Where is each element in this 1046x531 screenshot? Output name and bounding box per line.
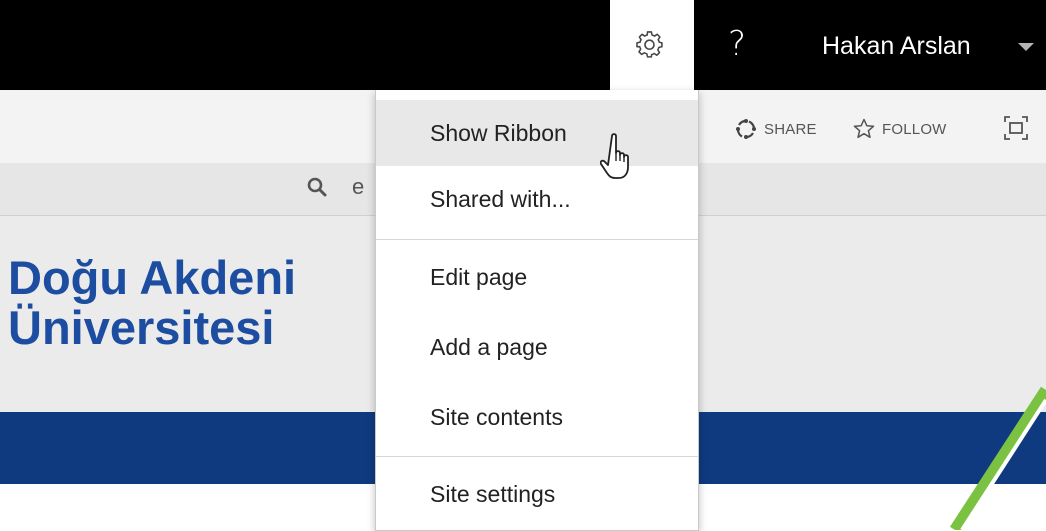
menu-item-site-settings[interactable]: Site settings bbox=[376, 461, 698, 527]
menu-item-shared-with[interactable]: Shared with... bbox=[376, 166, 698, 232]
help-icon[interactable]: ? bbox=[728, 22, 758, 66]
menu-item-edit-page[interactable]: Edit page bbox=[376, 244, 698, 310]
site-title[interactable]: Doğu Akdeni Üniversitesi bbox=[8, 253, 376, 353]
star-icon bbox=[853, 118, 875, 139]
chevron-down-icon[interactable] bbox=[1018, 43, 1034, 51]
share-icon bbox=[736, 119, 756, 139]
menu-item-add-a-page[interactable]: Add a page bbox=[376, 314, 698, 380]
follow-button[interactable]: FOLLOW bbox=[852, 116, 947, 142]
share-button[interactable]: SHARE bbox=[734, 116, 817, 142]
follow-label: FOLLOW bbox=[882, 120, 947, 138]
menu-divider bbox=[376, 239, 698, 240]
settings-menu: Show Ribbon Shared with... Edit page Add… bbox=[375, 90, 699, 531]
hand-cursor-icon bbox=[600, 133, 629, 179]
share-label: SHARE bbox=[764, 120, 817, 138]
menu-item-show-ribbon[interactable]: Show Ribbon bbox=[376, 100, 698, 166]
focus-mode-icon[interactable] bbox=[1002, 114, 1030, 142]
search-icon[interactable] bbox=[306, 176, 328, 198]
site-title-line-2: Üniversitesi bbox=[8, 301, 275, 353]
user-name[interactable]: Hakan Arslan bbox=[822, 30, 971, 62]
menu-divider bbox=[376, 456, 698, 457]
site-title-line-1: Doğu Akdeni bbox=[8, 253, 297, 304]
search-input[interactable]: e bbox=[352, 170, 376, 204]
menu-item-site-contents[interactable]: Site contents bbox=[376, 384, 698, 450]
gear-icon[interactable] bbox=[636, 31, 664, 59]
